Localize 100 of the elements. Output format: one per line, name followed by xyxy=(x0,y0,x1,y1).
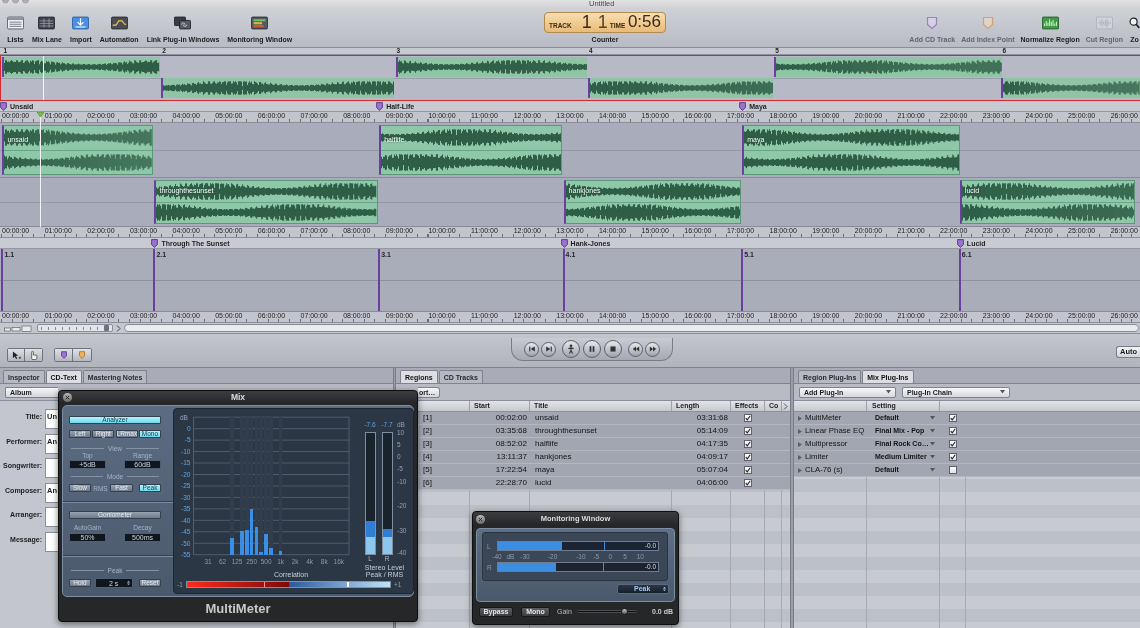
checkbox[interactable] xyxy=(744,414,752,422)
index-marker-line[interactable] xyxy=(1,249,4,311)
caret-down-icon xyxy=(930,442,935,446)
zoom-size-icon xyxy=(4,324,34,332)
caret-down-icon xyxy=(930,429,935,433)
tool-button[interactable] xyxy=(8,349,25,361)
marker-pin-icon[interactable] xyxy=(151,239,159,248)
transport-button[interactable] xyxy=(562,340,580,358)
close-button[interactable] xyxy=(63,393,72,402)
linked-windows-icon xyxy=(174,16,192,30)
caret-down-icon xyxy=(930,416,935,420)
index-marker-line[interactable] xyxy=(378,249,381,311)
playhead-line xyxy=(42,56,44,100)
transport-button[interactable] xyxy=(645,341,660,357)
transport-button[interactable] xyxy=(541,341,556,357)
close-button[interactable] xyxy=(476,514,485,524)
caret-down-icon xyxy=(930,455,935,459)
table-cell-text: 03:31:68 xyxy=(695,412,729,424)
checkbox[interactable] xyxy=(949,453,957,461)
disclosure-triangle-icon[interactable] xyxy=(798,441,802,447)
text-field[interactable] xyxy=(45,458,58,479)
transport-button[interactable] xyxy=(583,340,601,358)
disclosure-triangle-icon[interactable] xyxy=(798,467,802,473)
level-meter-icon xyxy=(251,16,269,30)
magnifier-icon xyxy=(1129,17,1140,29)
person-icon xyxy=(566,344,576,354)
scrollbar[interactable] xyxy=(124,324,1139,332)
gain-slider[interactable] xyxy=(576,610,637,613)
marker-pin-icon[interactable] xyxy=(956,239,964,248)
disclosure-triangle-icon[interactable] xyxy=(798,428,802,434)
checkbox[interactable] xyxy=(744,466,752,474)
caret-down-icon xyxy=(886,390,891,394)
checkbox[interactable] xyxy=(949,466,957,474)
table-cell-text: 05:14:09 xyxy=(695,425,729,437)
table-cell-text: 04:06:00 xyxy=(695,477,729,489)
level-meter-icon xyxy=(1041,16,1059,30)
checkbox[interactable] xyxy=(744,479,752,487)
fast-forward-icon xyxy=(648,345,657,353)
counter-value: 0:56 xyxy=(627,13,661,31)
checkbox[interactable] xyxy=(949,440,957,448)
caret-down-icon xyxy=(930,468,935,472)
counter-value: 1 xyxy=(581,13,592,31)
transport-button[interactable] xyxy=(524,341,539,357)
skip-back-icon xyxy=(527,345,536,353)
marker-pin-icon xyxy=(981,16,994,30)
table-cell-text: 04:17:35 xyxy=(695,438,729,450)
close-icon xyxy=(65,395,70,400)
marker-pin-icon[interactable] xyxy=(376,102,384,111)
checkmark-icon xyxy=(745,441,751,447)
table-cell-text: 04:09:17 xyxy=(695,451,729,463)
slider-thumb[interactable] xyxy=(104,325,110,331)
zoom-slider[interactable] xyxy=(37,324,113,332)
stepper-arrows-icon xyxy=(127,580,130,586)
slider-thumb[interactable] xyxy=(620,608,628,615)
checkbox[interactable] xyxy=(949,427,957,435)
checkmark-icon xyxy=(950,428,956,434)
table-cell-text: maya xyxy=(534,464,556,476)
text-field[interactable] xyxy=(45,507,58,528)
checkmark-icon xyxy=(745,467,751,473)
marker-pin-icon[interactable] xyxy=(560,239,568,248)
disclosure-triangle-icon[interactable] xyxy=(798,454,802,460)
table-cell-text: [2] xyxy=(422,425,433,437)
checkbox[interactable] xyxy=(744,427,752,435)
window-title: Mix xyxy=(229,393,247,402)
table-cell-text: [3] xyxy=(422,438,433,450)
checkmark-icon xyxy=(950,441,956,447)
marker-pin-icon xyxy=(79,351,85,359)
table-cell-text: 13:11:37 xyxy=(495,451,528,463)
grid-icon xyxy=(38,16,56,30)
checkbox[interactable] xyxy=(744,440,752,448)
table-cell-text: throughthesunset xyxy=(534,425,598,437)
table-cell-text: halflife xyxy=(534,438,560,450)
disclosure-triangle-icon[interactable] xyxy=(798,415,802,421)
marker-pin-icon[interactable] xyxy=(0,102,7,111)
checkmark-icon xyxy=(745,480,751,486)
marker-pin-icon[interactable] xyxy=(739,102,747,111)
table-cell-text: 05:07:04 xyxy=(695,464,729,476)
hand-icon xyxy=(29,350,38,360)
table-cell-text: [5] xyxy=(422,464,433,476)
index-marker-line[interactable] xyxy=(562,249,565,311)
checkbox[interactable] xyxy=(744,453,752,461)
checkbox[interactable] xyxy=(949,414,957,422)
checkmark-icon xyxy=(745,454,751,460)
transport-button[interactable] xyxy=(604,340,622,358)
table-cell-text: [6] xyxy=(422,477,433,489)
curve-window-icon xyxy=(110,16,128,30)
arrow-tray-icon xyxy=(72,16,90,30)
checkmark-icon xyxy=(745,415,751,421)
index-marker-line[interactable] xyxy=(741,249,744,311)
transport-button[interactable] xyxy=(628,341,643,357)
checkmark-icon xyxy=(745,428,751,434)
table-cell-text: [4] xyxy=(422,451,433,463)
text-field[interactable] xyxy=(45,531,58,552)
plugin-name: MultiMeter xyxy=(205,602,271,616)
table-cell-text: 08:52:02 xyxy=(494,438,528,450)
skip-forward-icon xyxy=(544,345,553,353)
index-marker-line[interactable] xyxy=(958,249,961,311)
table-cell-text: 03:35:68 xyxy=(494,425,528,437)
index-marker-line[interactable] xyxy=(153,249,156,311)
stop-icon xyxy=(609,345,617,353)
